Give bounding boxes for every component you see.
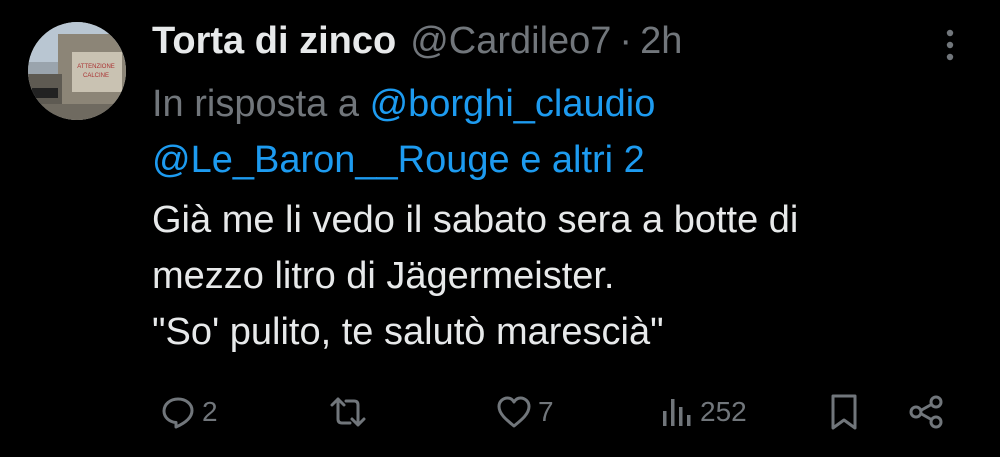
tweet-text-line-3: "So' pulito, te salutò marescià" <box>152 311 664 353</box>
display-name[interactable]: Torta di zinco <box>152 18 396 64</box>
tweet-text-line-2: mezzo litro di Jägermeister. <box>152 255 615 297</box>
share-button[interactable] <box>908 388 944 436</box>
reply-prefix: In risposta a <box>152 83 359 125</box>
mention-link-le-baron[interactable]: @Le_Baron__Rouge <box>152 139 510 181</box>
avatar-sign-text-1: ATTENZIONE <box>77 64 115 70</box>
heart-icon <box>497 396 531 428</box>
avatar-sign-text-2: CALCINE <box>83 73 109 79</box>
tweet-text-line-1: Già me li vedo il sabato sera a botte di <box>152 199 799 241</box>
tweet-text: Già me li vedo il sabato sera a botte di… <box>152 192 952 360</box>
retweet-button[interactable] <box>328 388 374 436</box>
reply-button[interactable]: 2 <box>160 388 218 436</box>
views-button[interactable]: 252 <box>660 388 747 436</box>
reply-bubble-icon <box>162 397 194 429</box>
retweet-icon <box>330 397 366 427</box>
avatar[interactable]: ATTENZIONE CALCINE <box>28 22 126 120</box>
like-count: 7 <box>538 396 554 427</box>
tweet-time[interactable]: 2h <box>640 18 682 64</box>
more-vertical-icon <box>946 29 954 61</box>
tweet-header: Torta di zinco @Cardileo7 · 2h <box>152 18 682 64</box>
bookmark-button[interactable] <box>828 388 860 436</box>
action-bar: 2 7 252 <box>152 388 952 436</box>
mention-link-borghi[interactable]: @borghi_claudio <box>370 83 656 125</box>
mention-others-link[interactable]: e altri 2 <box>520 139 645 181</box>
views-count: 252 <box>700 396 747 427</box>
avatar-image: ATTENZIONE CALCINE <box>28 22 126 120</box>
bookmark-icon <box>831 394 857 430</box>
separator-dot: · <box>619 20 633 62</box>
views-bar-chart-icon <box>663 399 691 426</box>
more-options-button[interactable] <box>930 28 970 62</box>
reply-context: In risposta a @borghi_claudio @Le_Baron_… <box>152 76 912 188</box>
user-handle[interactable]: @Cardileo7 <box>410 18 611 64</box>
reply-count: 2 <box>202 396 218 427</box>
share-icon <box>909 395 943 429</box>
like-button[interactable]: 7 <box>496 388 554 436</box>
